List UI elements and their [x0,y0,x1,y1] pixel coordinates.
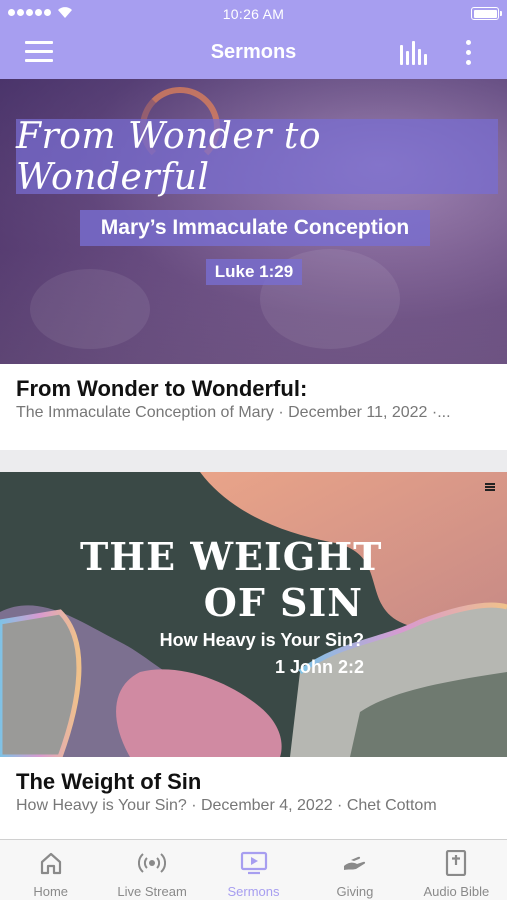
home-icon [40,852,61,875]
artwork-title-line2: OF SIN [203,580,363,625]
sermon-card[interactable]: THE WEIGHT OF SIN How Heavy is Your Sin?… [0,472,507,839]
tab-audio-bible[interactable]: Audio Bible [406,840,507,900]
sermon-artwork: THE WEIGHT OF SIN How Heavy is Your Sin?… [0,472,507,757]
tab-label: Home [33,884,69,899]
sermon-artwork: From Wonder to Wonderful Mary’s Immacula… [0,79,507,364]
overflow-icon [485,483,495,491]
giving-hand-icon [343,856,366,870]
tab-home[interactable]: Home [0,840,101,900]
sermon-title: From Wonder to Wonderful: [16,376,308,401]
tab-label: Sermons [227,884,280,899]
battery-icon [471,7,502,20]
top-bar: 10:26 AM Sermons [0,0,507,79]
more-options-button[interactable] [461,40,475,66]
sermon-card[interactable]: From Wonder to Wonderful Mary’s Immacula… [0,79,507,450]
bible-icon [446,850,467,876]
tab-label: Audio Bible [423,884,490,899]
artwork-title: From Wonder to Wonderful [16,116,498,198]
audio-levels-button[interactable] [400,41,430,65]
broadcast-icon [138,853,167,873]
page-title: Sermons [210,41,297,63]
tab-label: Live Stream [117,884,187,899]
status-time: 10:26 AM [222,6,285,22]
tab-live-stream[interactable]: Live Stream [101,840,202,900]
tab-sermons[interactable]: Sermons [203,840,304,900]
artwork-reference: Luke 1:29 [206,259,302,285]
sermon-subtitle: How Heavy is Your Sin? · December 4, 202… [16,797,437,814]
tab-label: Giving [336,884,374,899]
status-bar: 10:26 AM [0,0,507,26]
sermon-subtitle: The Immaculate Conception of Mary · Dece… [16,404,451,421]
artwork-reference: 1 John 2:2 [274,657,364,677]
artwork-subtitle: Mary’s Immaculate Conception [80,210,430,246]
sermon-title: The Weight of Sin [16,769,202,794]
tv-play-icon [240,851,267,875]
artwork-subtitle: How Heavy is Your Sin? [159,630,364,650]
tab-giving[interactable]: Giving [304,840,405,900]
tab-bar: Home Live Stream Sermons Giving Audio Bi… [0,839,507,900]
artwork-title-line1: THE WEIGHT [80,534,383,579]
